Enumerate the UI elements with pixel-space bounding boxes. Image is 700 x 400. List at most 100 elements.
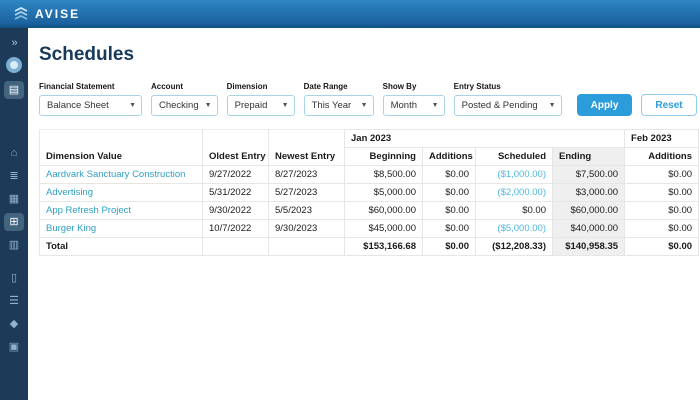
col-header-beginning: Beginning [344, 147, 423, 166]
filter-label: Financial Statement [39, 82, 115, 91]
phone-icon: ▯ [10, 271, 18, 284]
filter-entry-status: Entry Status Posted & Pending ▼ [453, 82, 562, 116]
scheduled-cell: ($2,000.00) [475, 183, 553, 202]
chevron-down-icon: ▼ [129, 102, 136, 109]
main-content: Schedules Financial Statement Balance Sh… [28, 28, 700, 400]
lock-icon: ◆ [9, 317, 19, 330]
additions-cell: $0.00 [422, 219, 476, 238]
brand-logo[interactable]: AVISE [13, 7, 80, 21]
selected-value: This Year [311, 100, 352, 111]
col-header-dimension-value: Dimension Value [39, 129, 203, 166]
card-icon: ▦ [8, 192, 20, 205]
top-bar: AVISE [0, 0, 700, 28]
bank-icon: ⌂ [10, 146, 18, 159]
sidebar-item-bank[interactable]: ⌂ [4, 144, 24, 162]
feb-additions-cell: $0.00 [624, 183, 700, 202]
sidebar-expand-icon[interactable]: » [4, 34, 24, 52]
avise-logo-icon [14, 7, 28, 20]
sidebar-item-documents[interactable]: ▤ [4, 81, 24, 99]
dimension-select[interactable]: Prepaid ▼ [226, 95, 295, 116]
entry-status-select[interactable]: Posted & Pending ▼ [453, 95, 562, 116]
account-select[interactable]: Checking ▼ [151, 95, 218, 116]
oldest-entry-cell: 5/31/2022 [202, 183, 269, 202]
total-scheduled-cell: ($12,208.33) [475, 237, 553, 256]
schedules-table: Dimension Value Oldest Entry Newest Entr… [39, 129, 700, 256]
scheduled-cell: ($1,000.00) [475, 165, 553, 184]
total-ending-cell: $140,958.35 [551, 237, 626, 256]
selected-value: Checking [159, 100, 199, 111]
dimension-link[interactable]: Advertising [39, 183, 203, 202]
user-avatar[interactable] [6, 57, 22, 73]
apply-button[interactable]: Apply [576, 94, 633, 116]
sidebar-item-lock[interactable]: ◆ [4, 315, 24, 333]
chevron-down-icon: ▼ [548, 102, 556, 109]
dimension-link[interactable]: Aardvark Sanctuary Construction [39, 165, 203, 184]
col-header-oldest-entry: Oldest Entry [202, 129, 269, 166]
newest-entry-cell: 9/30/2023 [268, 219, 345, 238]
feb-additions-cell: $0.00 [624, 219, 700, 238]
col-header-additions: Additions [422, 147, 476, 166]
table-row: Advertising 5/31/2022 5/27/2023 $5,000.0… [39, 183, 700, 202]
ending-cell: $40,000.00 [551, 219, 626, 238]
filter-label: Account [151, 82, 183, 91]
additions-cell: $0.00 [422, 183, 476, 202]
additions-cell: $0.00 [422, 201, 476, 220]
sidebar-item-phone[interactable]: ▯ [4, 269, 24, 287]
total-label: Total [39, 237, 203, 256]
sidebar-item-receipt[interactable]: ☰ [4, 292, 24, 310]
filter-label: Show By [382, 82, 417, 91]
ledger-icon: ≣ [9, 169, 19, 182]
receipt-icon: ☰ [9, 294, 19, 307]
additions-cell: $0.00 [422, 165, 476, 184]
month-group-jan-2023: Jan 2023 [343, 129, 626, 148]
sidebar-item-card[interactable]: ▦ [4, 190, 24, 208]
sidebar-item-ledger[interactable]: ≣ [4, 167, 24, 185]
sidebar-item-briefcase[interactable]: ▣ [4, 338, 24, 356]
newest-entry-cell: 5/5/2023 [268, 201, 345, 220]
briefcase-icon: ▣ [8, 340, 20, 353]
oldest-entry-cell: 10/7/2022 [202, 219, 269, 238]
selected-value: Balance Sheet [47, 100, 109, 111]
show-by-select[interactable]: Month ▼ [382, 95, 445, 116]
newest-entry-cell: 5/27/2023 [268, 183, 345, 202]
table-row: App Refresh Project 9/30/2022 5/5/2023 $… [39, 201, 700, 220]
beginning-cell: $45,000.00 [344, 219, 423, 238]
financial-statement-select[interactable]: Balance Sheet ▼ [39, 95, 142, 116]
filter-label: Dimension [226, 82, 268, 91]
brand-name: AVISE [35, 7, 81, 21]
feb-additions-cell: $0.00 [624, 165, 700, 184]
sidebar-item-reports[interactable]: ▥ [4, 236, 24, 254]
schedules-table-wrap: Dimension Value Oldest Entry Newest Entr… [39, 129, 700, 256]
selected-value: Prepaid [234, 100, 268, 111]
beginning-cell: $60,000.00 [344, 201, 423, 220]
filter-bar: Financial Statement Balance Sheet ▼ Acco… [39, 82, 700, 116]
filter-label: Entry Status [453, 82, 501, 91]
ending-cell: $60,000.00 [551, 201, 626, 220]
dimension-link[interactable]: App Refresh Project [39, 201, 203, 220]
table-row: Burger King 10/7/2022 9/30/2023 $45,000.… [39, 219, 700, 238]
col-header-newest-entry: Newest Entry [268, 129, 345, 166]
filter-financial-statement: Financial Statement Balance Sheet ▼ [39, 82, 142, 116]
total-feb-additions-cell: $0.00 [624, 237, 700, 256]
reports-icon: ▥ [8, 238, 20, 251]
selected-value: Month [390, 100, 418, 111]
month-header-row: Dimension Value Oldest Entry Newest Entr… [39, 129, 700, 166]
oldest-entry-cell: 9/27/2022 [202, 165, 269, 184]
feb-additions-cell: $0.00 [624, 201, 700, 220]
filter-label: Date Range [303, 82, 348, 91]
total-row: Total $153,166.68 $0.00 ($12,208.33) $14… [39, 237, 700, 256]
ending-cell: $3,000.00 [551, 183, 626, 202]
scheduled-cell: ($5,000.00) [475, 219, 553, 238]
date-range-select[interactable]: This Year ▼ [303, 95, 374, 116]
oldest-entry-cell: 9/30/2022 [202, 201, 269, 220]
reset-button[interactable]: Reset [641, 94, 697, 116]
sidebar-item-schedules[interactable]: ⊞ [4, 213, 24, 231]
documents-icon: ▤ [8, 83, 20, 96]
dimension-link[interactable]: Burger King [39, 219, 203, 238]
col-header-scheduled: Scheduled [475, 147, 553, 166]
filter-show-by: Show By Month ▼ [382, 82, 445, 116]
newest-entry-cell: 8/27/2023 [268, 165, 345, 184]
schedules-icon: ⊞ [9, 215, 19, 228]
filter-dimension: Dimension Prepaid ▼ [226, 82, 295, 116]
month-group-feb-2023: Feb 2023 [624, 129, 700, 148]
